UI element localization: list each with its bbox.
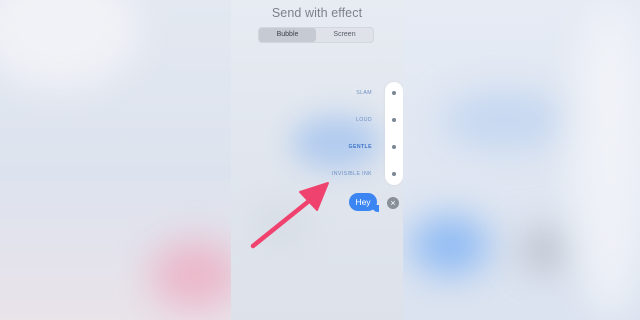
close-icon[interactable]: ×	[387, 197, 399, 209]
tab-bubble[interactable]: Bubble	[259, 28, 316, 42]
send-with-effect-screen: Send with effect Bubble Screen SLAM LOUD…	[231, 0, 403, 320]
effect-dot-invisible-ink[interactable]	[392, 172, 396, 176]
screen-blur-gray	[251, 200, 311, 250]
background-blur-edge	[570, 0, 640, 320]
screen-blur-blue	[291, 115, 381, 170]
page-title: Send with effect	[271, 6, 363, 20]
effect-option-slam[interactable]: SLAM	[356, 90, 372, 96]
message-bubble: Hey	[349, 193, 377, 211]
background-blur-gray	[520, 230, 570, 270]
tab-screen[interactable]: Screen	[316, 28, 373, 42]
effect-option-invisible-ink[interactable]: INVISIBLE INK	[332, 171, 372, 177]
effect-dot-gentle[interactable]	[392, 145, 396, 149]
effect-type-segmented-control: Bubble Screen	[258, 27, 374, 43]
effect-selector-rail[interactable]	[385, 82, 403, 185]
background-blur-pink	[150, 240, 240, 310]
effect-option-loud[interactable]: LOUD	[356, 117, 372, 123]
effect-dot-slam[interactable]	[392, 91, 396, 95]
background-blur-blue	[410, 215, 490, 275]
effect-dot-loud[interactable]	[392, 118, 396, 122]
background-blur-blue-soft	[440, 90, 570, 150]
effect-option-gentle[interactable]: GENTLE	[349, 144, 372, 150]
